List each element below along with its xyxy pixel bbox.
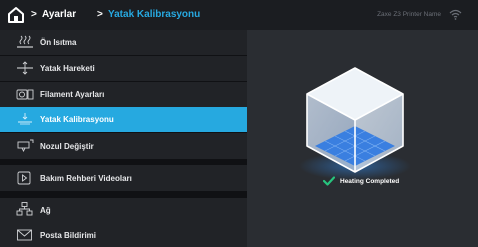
video-icon	[17, 171, 31, 185]
filament-icon	[16, 89, 34, 100]
printer-screen: > Ayarlar > Yatak Kalibrasyonu Zaxe Z3 P…	[0, 0, 478, 247]
menu-item-network[interactable]: Ağ	[0, 198, 247, 223]
header-bar: > Ayarlar > Yatak Kalibrasyonu Zaxe Z3 P…	[0, 0, 478, 30]
breadcrumb-separator: >	[97, 9, 103, 20]
breadcrumb-settings[interactable]: Ayarlar	[42, 9, 76, 20]
menu-item-label: Bakım Rehberi Videoları	[40, 174, 132, 183]
preheat-icon	[17, 35, 33, 48]
menu-item-label: Ağ	[40, 206, 51, 215]
mail-icon	[17, 229, 32, 241]
nozzle-icon	[17, 139, 34, 153]
menu-item-preheat[interactable]: Ön Isıtma	[0, 30, 247, 55]
menu-item-label: Filament Ayarları	[40, 90, 105, 99]
home-icon[interactable]	[7, 6, 25, 24]
print-bed-cube-illustration	[299, 67, 411, 180]
bed-move-icon	[17, 61, 33, 75]
menu-item-label: Yatak Hareketi	[40, 64, 95, 73]
menu-item-change-nozzle[interactable]: Nozul Değiştir	[0, 133, 247, 159]
menu-item-label: Ön Isıtma	[40, 38, 77, 47]
menu-item-bed-calibration[interactable]: Yatak Kalibrasyonu	[0, 107, 247, 132]
breadcrumb-separator: >	[31, 9, 37, 20]
menu-item-filament-settings[interactable]: Filament Ayarları	[0, 82, 247, 107]
calibration-panel: Heating Completed	[247, 30, 478, 247]
menu-item-label: Yatak Kalibrasyonu	[40, 115, 114, 124]
wifi-icon[interactable]	[449, 9, 462, 20]
menu-item-bed-move[interactable]: Yatak Hareketi	[0, 56, 247, 81]
network-icon	[16, 202, 33, 216]
menu-item-label: Posta Bildirimi	[40, 231, 97, 240]
printer-name: Zaxe Z3 Printer Name	[377, 11, 441, 18]
menu-item-label: Nozul Değiştir	[40, 142, 94, 151]
heating-status: Heating Completed	[323, 176, 399, 186]
menu-item-maintenance-videos[interactable]: Bakım Rehberi Videoları	[0, 165, 247, 191]
menu-item-mail-notifications[interactable]: Posta Bildirimi	[0, 223, 247, 247]
status-text: Heating Completed	[340, 177, 400, 185]
check-icon	[323, 176, 335, 186]
calibration-icon	[18, 113, 32, 125]
breadcrumb-bed-calibration: Yatak Kalibrasyonu	[108, 9, 201, 20]
settings-menu: Ön Isıtma Yatak Hareketi Filament Ayarla…	[0, 30, 247, 247]
